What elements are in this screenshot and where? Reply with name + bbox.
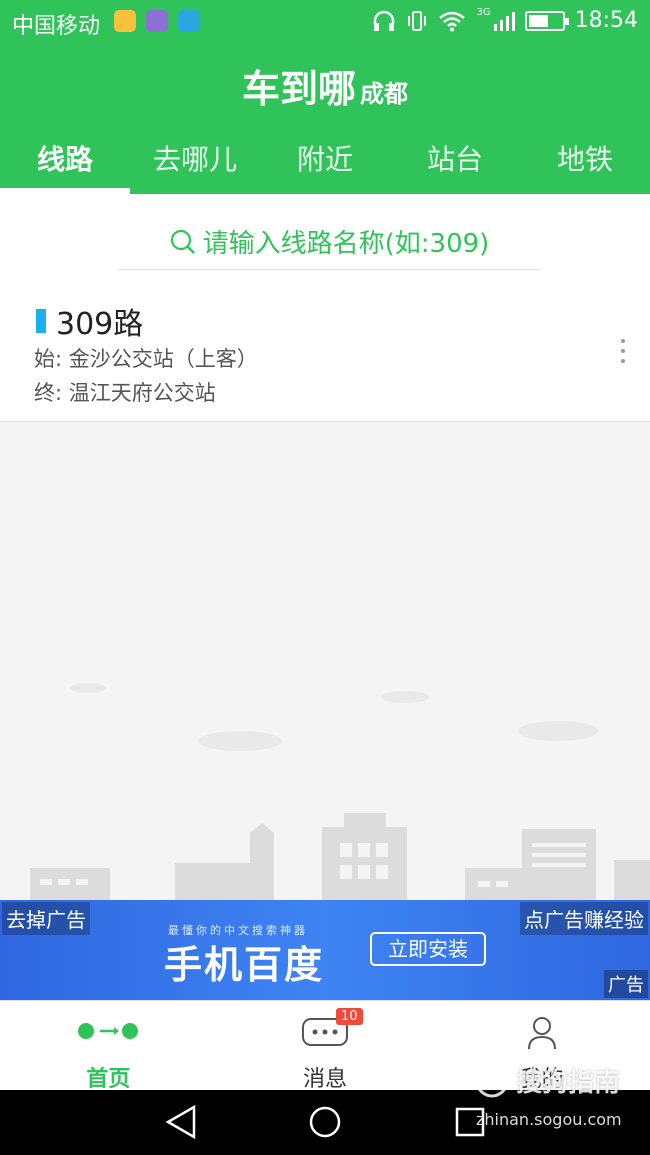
watermark-text: 搜狗指南 (516, 1068, 621, 1098)
empty-illustration (0, 423, 650, 901)
notification-icons (114, 10, 200, 32)
tab-stations[interactable]: 站台 (390, 124, 520, 194)
sogou-watermark: 搜狗指南 (474, 1062, 620, 1099)
vibrate-icon (408, 10, 427, 31)
carrier-label: 中国移动 (12, 14, 101, 39)
gallery-notification-icon (146, 10, 168, 32)
route-start-station: 始: 金沙公交站（上客） (34, 347, 258, 371)
ad-banner[interactable]: 去掉广告 点广告赚经验 最懂你的中文搜索神器 手机百度 立即安装 广告 (0, 900, 650, 1000)
clock: 18:54 (574, 8, 638, 33)
tab-routes[interactable]: 线路 (0, 124, 130, 194)
app-name: 车到哪 (241, 67, 356, 111)
install-button[interactable]: 立即安装 (370, 932, 486, 966)
more-options-icon[interactable] (618, 339, 628, 363)
nav-messages[interactable]: 消息 (217, 1001, 434, 1092)
earn-points-button[interactable]: 点广告赚经验 (520, 902, 648, 935)
nav-home[interactable]: 首页 (0, 1001, 217, 1092)
headphones-icon (374, 10, 395, 31)
home-icon[interactable] (307, 1104, 343, 1140)
status-bar: 中国移动 3G 18:54 (0, 0, 650, 44)
tab-subway[interactable]: 地铁 (520, 124, 650, 194)
nav-home-label: 首页 (86, 1067, 131, 1092)
message-count-badge: 10 (336, 1008, 363, 1025)
remove-ad-button[interactable]: 去掉广告 (2, 902, 90, 935)
sim-notification-icon (178, 10, 200, 32)
back-icon[interactable] (164, 1104, 198, 1140)
route-home-icon (78, 1023, 139, 1039)
top-tabs: 线路 去哪儿 附近 站台 地铁 (0, 124, 650, 194)
app-title: 车到哪 成都 (0, 58, 650, 113)
search-icon (170, 229, 195, 254)
user-icon (527, 1017, 556, 1050)
sogou-logo-icon (475, 1064, 509, 1097)
ad-brand: 手机百度 (164, 943, 325, 987)
app-notification-icon (114, 10, 136, 32)
tab-nearby[interactable]: 附近 (260, 124, 390, 194)
nav-messages-label: 消息 (303, 1067, 348, 1092)
search-area: 请输入线路名称(如:309) (0, 194, 650, 279)
tab-destination[interactable]: 去哪儿 (130, 124, 260, 194)
cityscape-illustration (30, 683, 650, 901)
status-right: 3G 18:54 (372, 7, 638, 33)
route-end-station: 终: 温江天府公交站 (34, 381, 216, 405)
signal-icon (493, 11, 515, 31)
route-accent-bar (36, 309, 46, 333)
city-selector[interactable]: 成都 (360, 80, 408, 108)
route-card[interactable]: 309路 始: 金沙公交站（上客） 终: 温江天府公交站 (0, 279, 650, 422)
search-placeholder: 请输入线路名称(如:309) (202, 229, 490, 259)
app-header: 车到哪 成都 线路 去哪儿 附近 站台 地铁 (0, 44, 650, 194)
route-name: 309路 (56, 307, 144, 342)
route-title: 309路 (36, 299, 143, 343)
battery-icon (524, 10, 569, 31)
network-type-label: 3G (476, 7, 491, 18)
wifi-icon (439, 11, 466, 31)
watermark-url: zhinan.sogou.com (476, 1110, 622, 1129)
route-search-input[interactable]: 请输入线路名称(如:309) (118, 214, 540, 270)
ad-label: 广告 (604, 970, 648, 998)
